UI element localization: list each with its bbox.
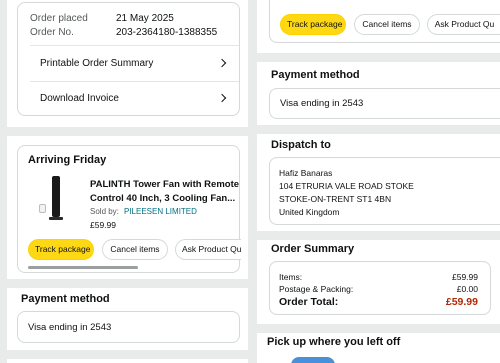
items-value: £59.99 xyxy=(452,272,478,282)
tower-fan-body xyxy=(52,176,60,217)
track-package-button[interactable]: Track package xyxy=(28,239,94,260)
order-number-value: 203-2364180-1388355 xyxy=(116,27,218,38)
chevron-right-icon xyxy=(217,93,227,103)
payment-card-text: Visa ending in 2543 xyxy=(28,322,112,333)
payment-card: Visa ending in 2543 xyxy=(17,311,240,343)
postage-value: £0.00 xyxy=(456,284,478,294)
product-price: £59.99 xyxy=(90,220,116,230)
arrival-heading: Arriving Friday xyxy=(28,154,107,166)
product-title-line-2[interactable]: Control 40 Inch, 3 Cooling Fan... xyxy=(90,193,235,204)
order-total-label: Order Total: xyxy=(279,296,339,308)
download-invoice-label: Download Invoice xyxy=(40,93,119,104)
dispatch-address-card: Hafiz Banaras 104 ETRURIA VALE ROAD STOK… xyxy=(269,157,500,225)
right-column: Track package Cancel items Ask Product Q… xyxy=(257,0,500,363)
section-gap xyxy=(7,127,248,136)
horizontal-scrollbar[interactable] xyxy=(28,266,138,269)
dispatch-country: United Kingdom xyxy=(279,207,340,217)
order-summary-heading: Order Summary xyxy=(271,243,355,255)
cancel-items-button[interactable]: Cancel items xyxy=(102,239,168,260)
order-total-value: £59.99 xyxy=(445,296,478,308)
payment-method-heading: Payment method xyxy=(271,69,360,81)
ask-product-question-button[interactable]: Ask Product Qu xyxy=(175,239,241,260)
product-image[interactable] xyxy=(38,176,74,224)
printable-order-summary-label: Printable Order Summary xyxy=(40,58,154,69)
order-placed-label: Order placed xyxy=(30,13,88,24)
section-gap xyxy=(7,350,248,359)
section-gap xyxy=(7,279,248,288)
dispatch-heading: Dispatch to xyxy=(271,139,331,151)
dispatch-address-line-1: 104 ETRURIA VALE ROAD STOKE xyxy=(279,181,414,191)
order-summary-card: Items: £59.99 Postage & Packing: £0.00 O… xyxy=(269,261,491,315)
pick-up-heading: Pick up where you left off xyxy=(267,336,401,348)
section-gap xyxy=(257,324,500,333)
postage-label: Postage & Packing: xyxy=(279,284,354,294)
remote-icon xyxy=(39,204,46,213)
order-info-card: Order placed 21 May 2025 Order No. 203-2… xyxy=(17,2,240,116)
chevron-right-icon xyxy=(217,58,227,68)
seller-link[interactable]: PILEESEN LIMITED xyxy=(124,207,197,216)
tower-fan-base xyxy=(49,217,63,220)
order-number-label: Order No. xyxy=(30,27,74,38)
shipment-card: Arriving Friday PALINTH Tower Fan with R… xyxy=(17,145,241,273)
sold-by-label: Sold by: xyxy=(90,207,119,216)
section-gap xyxy=(257,231,500,240)
shipment-actions-card: Track package Cancel items Ask Product Q… xyxy=(269,0,500,43)
payment-card: Visa ending in 2543 xyxy=(269,88,500,119)
section-gap xyxy=(257,53,500,62)
left-column: Order placed 21 May 2025 Order No. 203-2… xyxy=(7,0,248,363)
section-gap xyxy=(257,125,500,134)
printable-order-summary-link[interactable]: Printable Order Summary xyxy=(18,46,239,81)
items-label: Items: xyxy=(279,272,303,282)
order-placed-value: 21 May 2025 xyxy=(116,13,174,24)
recommendation-thumbnail[interactable] xyxy=(291,357,335,363)
product-title-line-1[interactable]: PALINTH Tower Fan with Remote xyxy=(90,179,239,190)
payment-card-text: Visa ending in 2543 xyxy=(280,98,364,109)
track-package-button[interactable]: Track package xyxy=(280,14,346,35)
cancel-items-button[interactable]: Cancel items xyxy=(354,14,420,35)
download-invoice-link[interactable]: Download Invoice xyxy=(18,82,239,115)
dispatch-address-line-2: STOKE-ON-TRENT ST1 4BN xyxy=(279,194,392,204)
ask-product-question-button[interactable]: Ask Product Qu xyxy=(427,14,500,35)
payment-method-heading: Payment method xyxy=(21,293,110,305)
dispatch-name: Hafiz Banaras xyxy=(279,168,333,178)
